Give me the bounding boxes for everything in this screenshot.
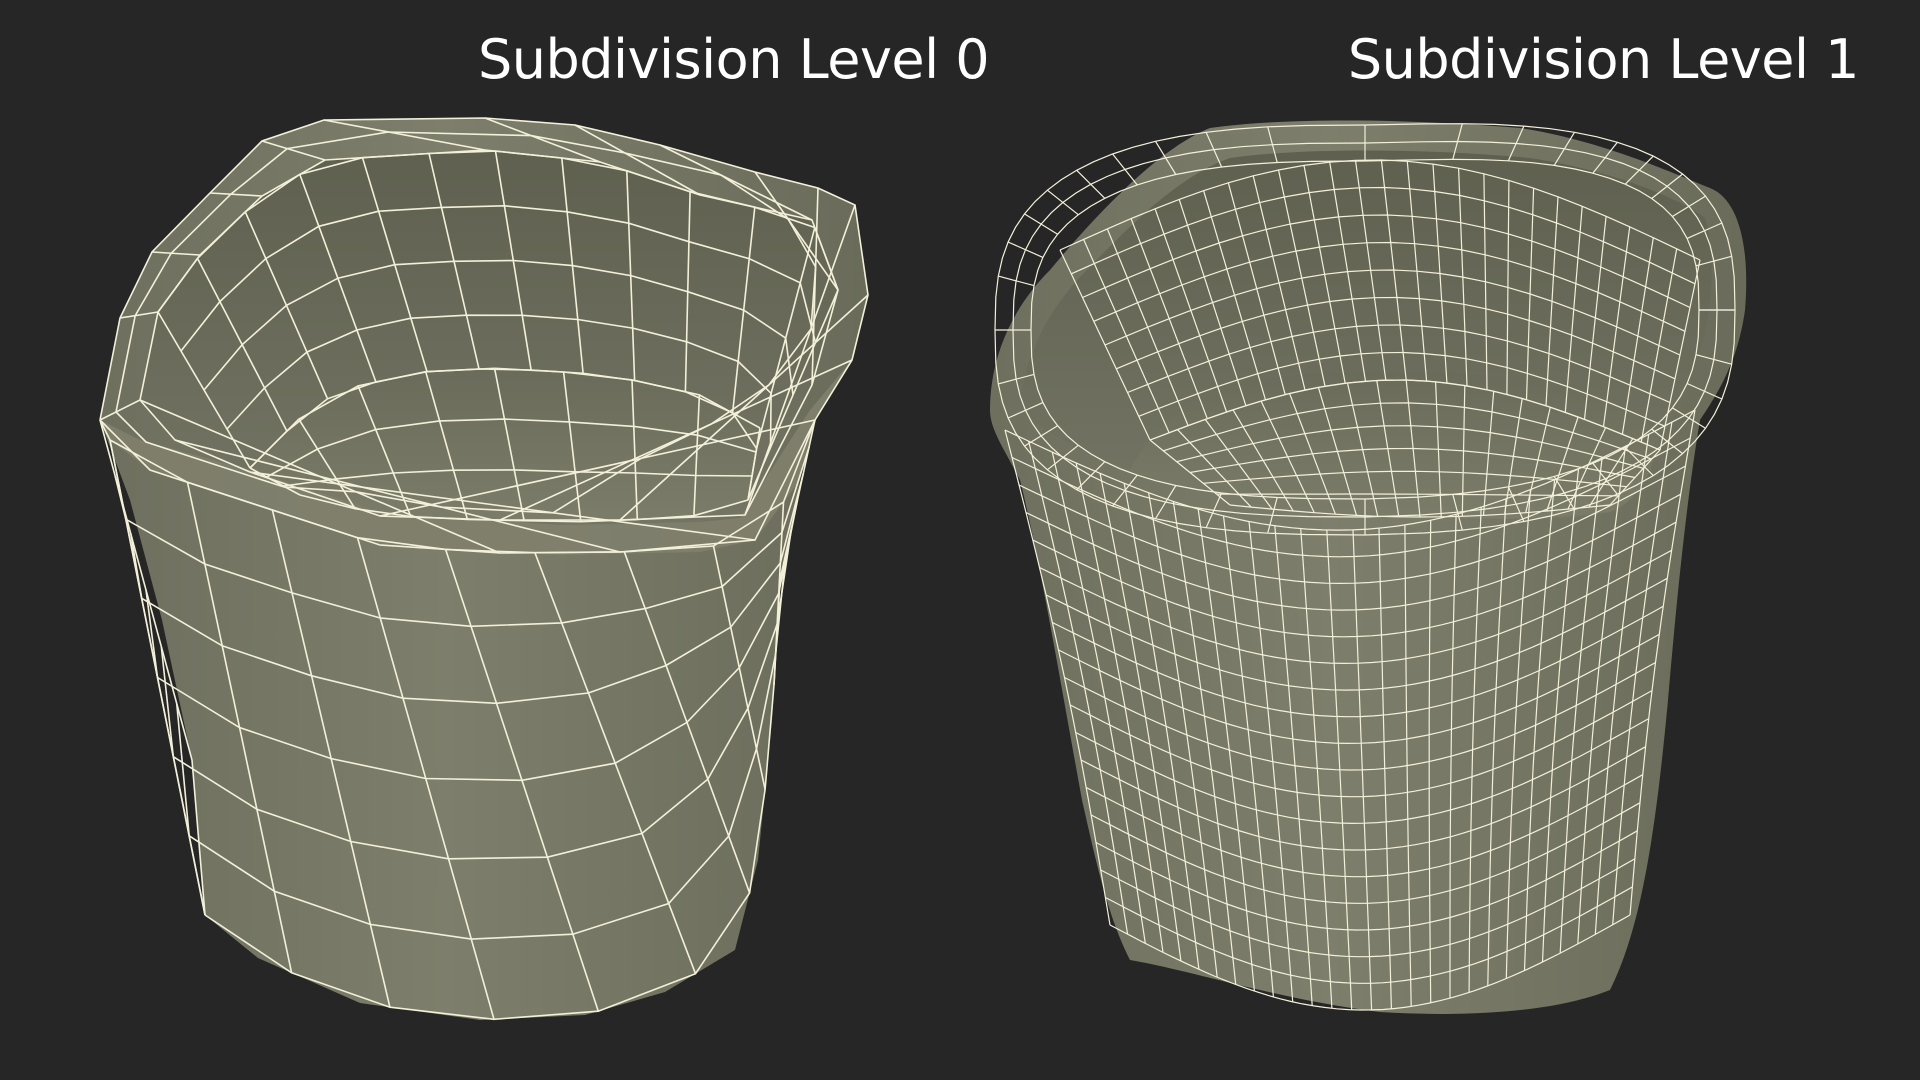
render-viewport: Subdivision Level 0 Subdivision Level 1	[0, 0, 1920, 1080]
mesh-subdivision-level-0	[99, 117, 869, 1021]
mesh-subdivision-level-1	[990, 120, 1747, 1014]
rim-radial-edge	[1047, 189, 1079, 216]
rim-radial-edge	[1076, 169, 1106, 199]
render-scene	[99, 117, 1747, 1021]
rim-radial-edge	[1024, 213, 1058, 235]
rim-radial-edge	[1007, 241, 1044, 258]
side-wall-horizontal-edge	[145, 589, 159, 678]
rim-radial-edge	[1112, 153, 1138, 186]
